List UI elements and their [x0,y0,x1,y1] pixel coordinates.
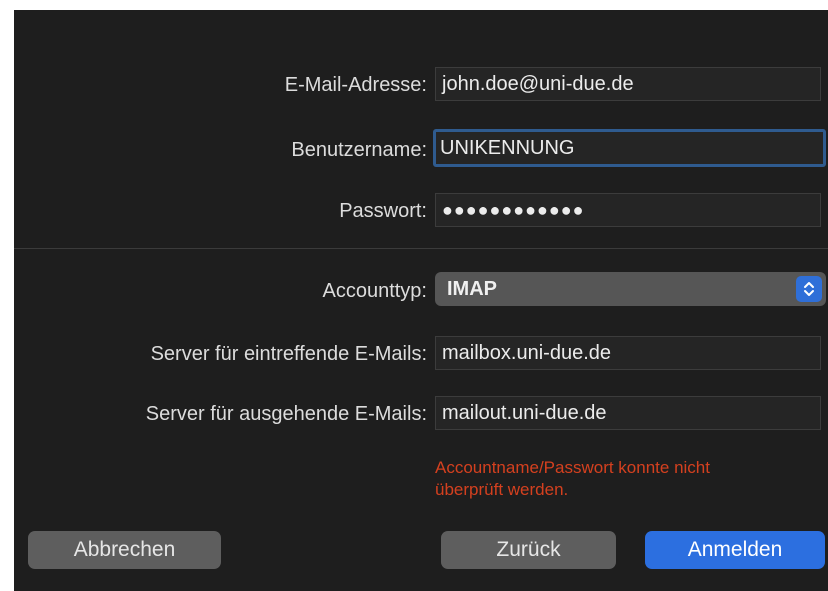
incoming-server-field[interactable]: mailbox.uni-due.de [435,336,821,370]
sign-in-button[interactable]: Anmelden [645,531,825,569]
email-label: E-Mail-Adresse: [284,74,427,96]
back-button[interactable]: Zurück [441,531,616,569]
error-message-line-1: Accountname/Passwort konnte nicht [435,458,710,477]
error-message: Accountname/Passwort konnte nicht überpr… [435,457,825,501]
cancel-button[interactable]: Abbrechen [28,531,221,569]
account-type-value: IMAP [447,278,497,300]
error-message-line-2: überprüft werden. [435,480,569,499]
username-label: Benutzername: [291,139,427,161]
account-type-select[interactable]: IMAP [435,272,826,306]
outgoing-server-label: Server für ausgehende E-Mails: [145,403,427,425]
password-label: Passwort: [339,200,427,222]
section-divider [14,248,828,249]
account-setup-dialog: E-Mail-Adresse: john.doe@uni-due.de Benu… [14,10,828,591]
email-field[interactable]: john.doe@uni-due.de [435,67,821,101]
username-field[interactable]: UNIKENNUNG [433,129,826,167]
incoming-server-label: Server für eintreffende E-Mails: [150,343,427,365]
chevron-up-down-icon [796,276,822,302]
account-type-label: Accounttyp: [322,280,427,302]
outgoing-server-field[interactable]: mailout.uni-due.de [435,396,821,430]
password-field[interactable]: ●●●●●●●●●●●● [435,193,821,227]
